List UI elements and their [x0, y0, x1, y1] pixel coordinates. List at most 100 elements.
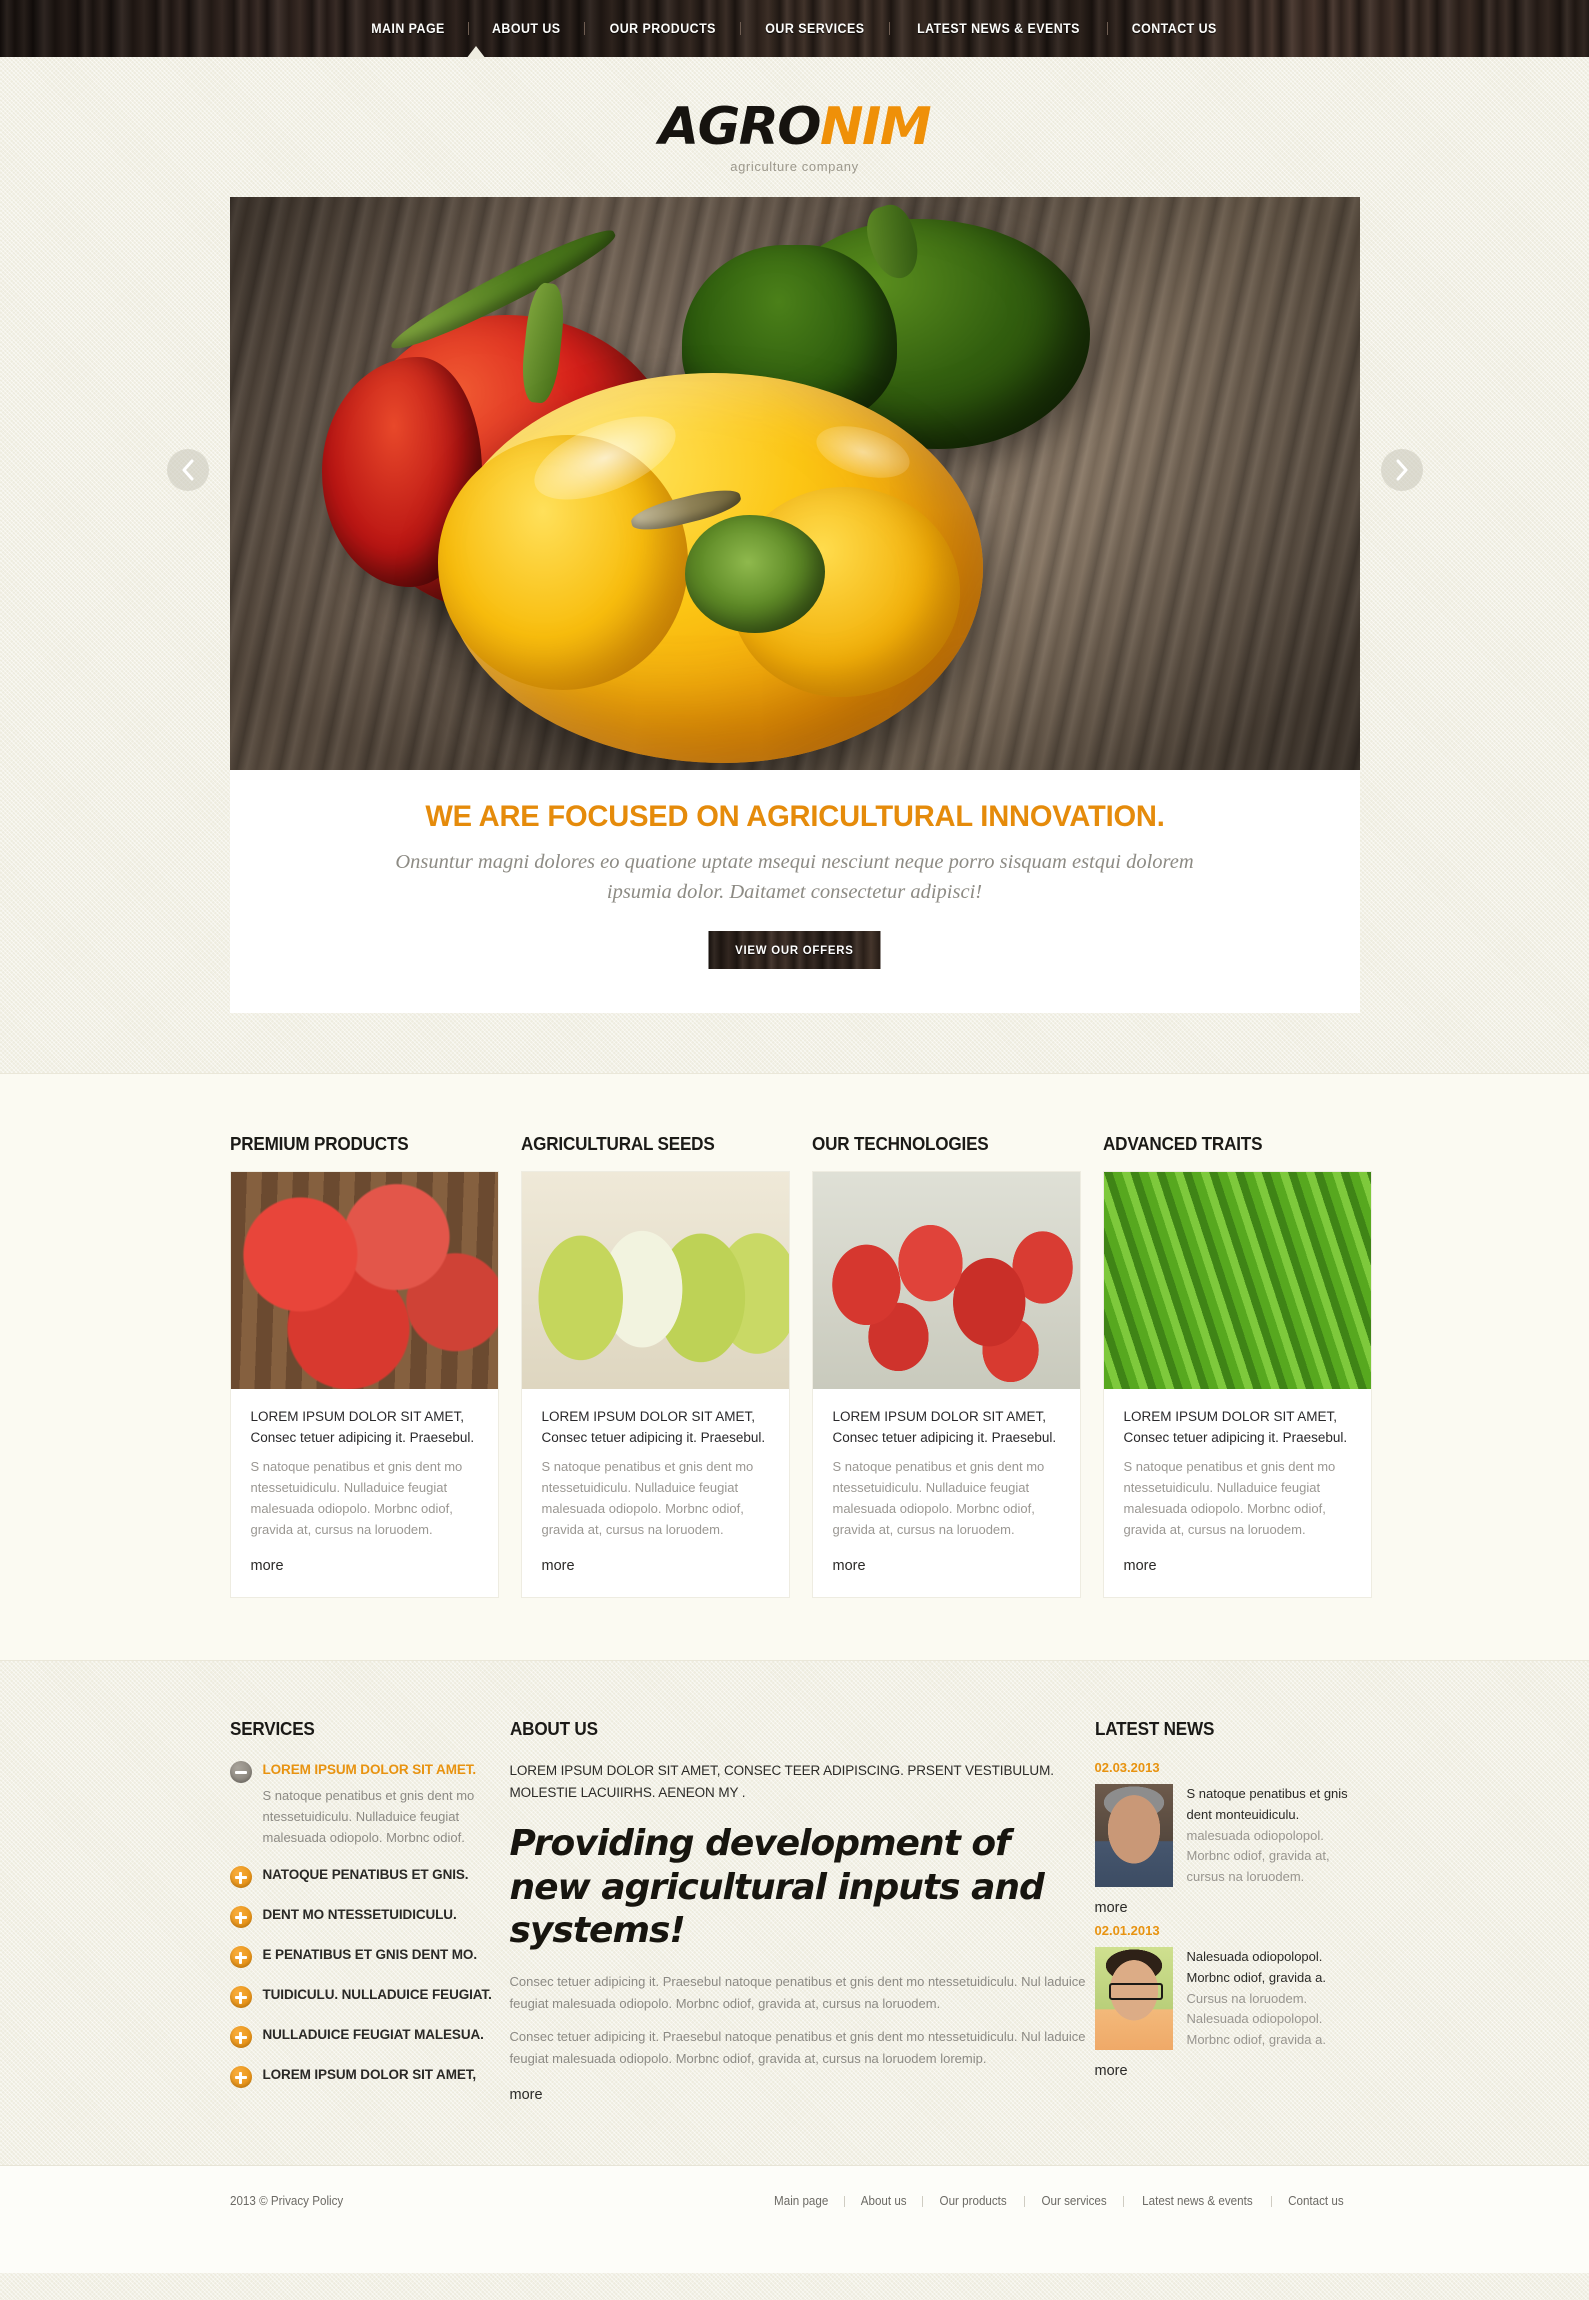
product-card-heading: LOREM IPSUM DOLOR SIT AMET, Consec tetue…	[832, 1409, 1057, 1446]
news-item-body: malesuada odiopolopol. Morbnc odiof, gra…	[1186, 1827, 1330, 1884]
service-item-label: TUIDICULU. NULLADUICE FEUGIAT.	[262, 1987, 492, 2003]
product-card-body: LOREM IPSUM DOLOR SIT AMET, Consec tetue…	[1104, 1389, 1371, 1597]
about-more-link[interactable]: more	[510, 2087, 543, 2103]
product-card-image	[230, 1172, 498, 1390]
service-item-description: S natoque penatibus et gnis dent mo ntes…	[262, 1788, 475, 1846]
product-card-more-link[interactable]: more	[1124, 1558, 1157, 1574]
hero-caption: WE ARE FOCUSED ON AGRICULTURAL INNOVATIO…	[229, 770, 1360, 1014]
product-card-image	[1103, 1172, 1371, 1390]
minus-circle-icon[interactable]	[229, 1761, 252, 1784]
view-our-offers-button[interactable]: VIEW OUR OFFERS	[709, 931, 881, 969]
logo-text-accent: NIM	[820, 97, 932, 157]
nav-item-contact-us[interactable]: CONTACT US	[1113, 21, 1235, 36]
service-accordion-item[interactable]: TUIDICULU. NULLADUICE FEUGIAT.	[229, 1985, 510, 2009]
lower-columns: SERVICES LOREM IPSUM DOLOR SIT AMET. S na…	[229, 1719, 1360, 2105]
footer-nav-separator	[1023, 2195, 1025, 2207]
footer-link-about-us[interactable]: About us	[848, 2194, 920, 2208]
footer-link-latest-news-events[interactable]: Latest news & events	[1129, 2194, 1266, 2208]
service-accordion-item[interactable]: LOREM IPSUM DOLOR SIT AMET,	[229, 2065, 510, 2089]
slider-prev-button[interactable]	[166, 449, 209, 491]
plus-circle-icon[interactable]	[229, 1906, 252, 1929]
products-section: PREMIUM PRODUCTS LOREM IPSUM DOLOR SIT AM…	[0, 1073, 1589, 1662]
hero-description: Onsuntur magni dolores eo quatione uptat…	[395, 851, 1194, 903]
nav-separator	[889, 22, 891, 35]
nav-item-our-services[interactable]: OUR SERVICES	[747, 21, 883, 36]
product-card-box: LOREM IPSUM DOLOR SIT AMET, Consec tetue…	[520, 1171, 790, 1599]
product-card-title: ADVANCED TRAITS	[1102, 1134, 1262, 1155]
news-item: 02.03.2013 S natoque penatibus et gnis de…	[1094, 1760, 1360, 1917]
logo-tagline: agriculture company	[730, 159, 859, 174]
footer-link-contact-us[interactable]: Contact us	[1275, 2194, 1357, 2208]
about-headline: Providing development of new agricultura…	[509, 1822, 1045, 1952]
news-item-thumbnail[interactable]	[1094, 1784, 1173, 1888]
product-card-more-link[interactable]: more	[251, 1558, 284, 1574]
about-paragraph-1: Consec tetuer adipicing it. Praesebul na…	[509, 1974, 1086, 2011]
nav-separator	[583, 22, 585, 35]
service-accordion-item[interactable]: E PENATIBUS ET GNIS DENT MO.	[229, 1945, 510, 1969]
news-item-more-link[interactable]: more	[1095, 2063, 1128, 2079]
nav-separator	[740, 22, 742, 35]
slider-next-button[interactable]	[1380, 449, 1423, 491]
service-accordion-item[interactable]: NATOQUE PENATIBUS ET GNIS.	[229, 1865, 510, 1889]
footer-nav-separator	[1270, 2195, 1272, 2207]
news-item-date: 02.01.2013	[1094, 1923, 1160, 1939]
service-accordion-item[interactable]: NULLADUICE FEUGIAT MALESUA.	[229, 2025, 510, 2049]
lower-container: SERVICES LOREM IPSUM DOLOR SIT AMET. S na…	[229, 1719, 1360, 2105]
service-accordion-item[interactable]: DENT MO NTESSETUIDICULU.	[229, 1905, 510, 1929]
product-card-title: OUR TECHNOLOGIES	[811, 1134, 989, 1155]
nav-item-about-us[interactable]: ABOUT US	[474, 21, 579, 36]
chevron-left-icon	[182, 459, 193, 481]
nav-item-main-page[interactable]: MAIN PAGE	[353, 21, 463, 36]
product-card: ADVANCED TRAITS LOREM IPSUM DOLOR SIT AME…	[1102, 1134, 1372, 1599]
service-item-body: LOREM IPSUM DOLOR SIT AMET. S natoque pen…	[263, 1760, 510, 1848]
product-card-text: S natoque penatibus et gnis dent mo ntes…	[832, 1459, 1045, 1538]
footer-link-our-products[interactable]: Our products	[927, 2194, 1020, 2208]
product-card-more-link[interactable]: more	[542, 1558, 575, 1574]
products-container: PREMIUM PRODUCTS LOREM IPSUM DOLOR SIT AM…	[229, 1134, 1372, 1599]
plus-circle-icon[interactable]	[229, 1986, 252, 2009]
news-item-more-link[interactable]: more	[1095, 1900, 1128, 1916]
plus-circle-icon[interactable]	[229, 1866, 252, 1889]
lower-content-section: SERVICES LOREM IPSUM DOLOR SIT AMET. S na…	[0, 1661, 1589, 2165]
service-item-label: E PENATIBUS ET GNIS DENT MO.	[262, 1947, 478, 1963]
news-item: 02.01.2013 Nalesuada odiopolopol. Morbnc …	[1094, 1923, 1360, 2080]
footer-link-main-page[interactable]: Main page	[761, 2194, 841, 2208]
site-logo[interactable]: AGRONIM agriculture company	[0, 57, 1589, 174]
product-card-body: LOREM IPSUM DOLOR SIT AMET, Consec tetue…	[231, 1389, 498, 1597]
about-column: ABOUT US LOREM IPSUM DOLOR SIT AMET, CON…	[510, 1719, 1095, 2105]
plus-circle-icon[interactable]	[229, 2026, 252, 2049]
footer-inner: 2013 © Privacy Policy Main page About us O…	[230, 2166, 1360, 2208]
page-root: MAIN PAGE ABOUT US OUR PRODUCTS OUR SERVICE…	[0, 0, 1589, 2300]
news-item-row: Nalesuada odiopolopol. Morbnc odiof, gra…	[1094, 1947, 1360, 2051]
footer-navigation: Main page About us Our products Our service…	[758, 2194, 1360, 2208]
footer-nav-separator	[922, 2195, 924, 2207]
product-card-body: LOREM IPSUM DOLOR SIT AMET, Consec tetue…	[813, 1389, 1080, 1597]
footer-link-our-services[interactable]: Our services	[1028, 2194, 1119, 2208]
product-card: PREMIUM PRODUCTS LOREM IPSUM DOLOR SIT AM…	[229, 1134, 499, 1599]
service-item-body: NATOQUE PENATIBUS ET GNIS.	[263, 1865, 510, 1888]
service-item-label: NATOQUE PENATIBUS ET GNIS.	[262, 1867, 469, 1883]
product-card-text: S natoque penatibus et gnis dent mo ntes…	[541, 1459, 754, 1538]
about-paragraph-2: Consec tetuer adipicing it. Praesebul na…	[509, 2029, 1086, 2066]
plus-circle-icon[interactable]	[229, 2066, 252, 2089]
top-navigation-bar: MAIN PAGE ABOUT US OUR PRODUCTS OUR SERVICE…	[0, 0, 1589, 59]
service-accordion-item[interactable]: LOREM IPSUM DOLOR SIT AMET. S natoque pen…	[229, 1760, 510, 1848]
product-card-image	[521, 1172, 789, 1390]
hero-slider: WE ARE FOCUSED ON AGRICULTURAL INNOVATIO…	[166, 197, 1423, 1014]
product-card-heading: LOREM IPSUM DOLOR SIT AMET, Consec tetue…	[250, 1409, 475, 1446]
product-card-title: PREMIUM PRODUCTS	[229, 1134, 409, 1155]
service-item-body: NULLADUICE FEUGIAT MALESUA.	[263, 2025, 510, 2048]
news-item-thumbnail[interactable]	[1094, 1947, 1173, 2051]
plus-circle-icon[interactable]	[229, 1946, 252, 1969]
product-card-box: LOREM IPSUM DOLOR SIT AMET, Consec tetue…	[229, 1171, 499, 1599]
product-card-more-link[interactable]: more	[833, 1558, 866, 1574]
news-heading: LATEST NEWS	[1094, 1719, 1214, 1740]
product-card-body: LOREM IPSUM DOLOR SIT AMET, Consec tetue…	[522, 1389, 789, 1597]
news-item-row: S natoque penatibus et gnis dent monteui…	[1094, 1784, 1360, 1888]
chevron-right-icon	[1396, 459, 1407, 481]
news-item-lead: S natoque penatibus et gnis dent monteui…	[1186, 1786, 1348, 1822]
product-card-box: LOREM IPSUM DOLOR SIT AMET, Consec tetue…	[1102, 1171, 1372, 1599]
nav-item-latest-news-events[interactable]: LATEST NEWS & EVENTS	[899, 21, 1099, 36]
product-card-text: S natoque penatibus et gnis dent mo ntes…	[250, 1459, 463, 1538]
nav-item-our-products[interactable]: OUR PRODUCTS	[591, 21, 734, 36]
